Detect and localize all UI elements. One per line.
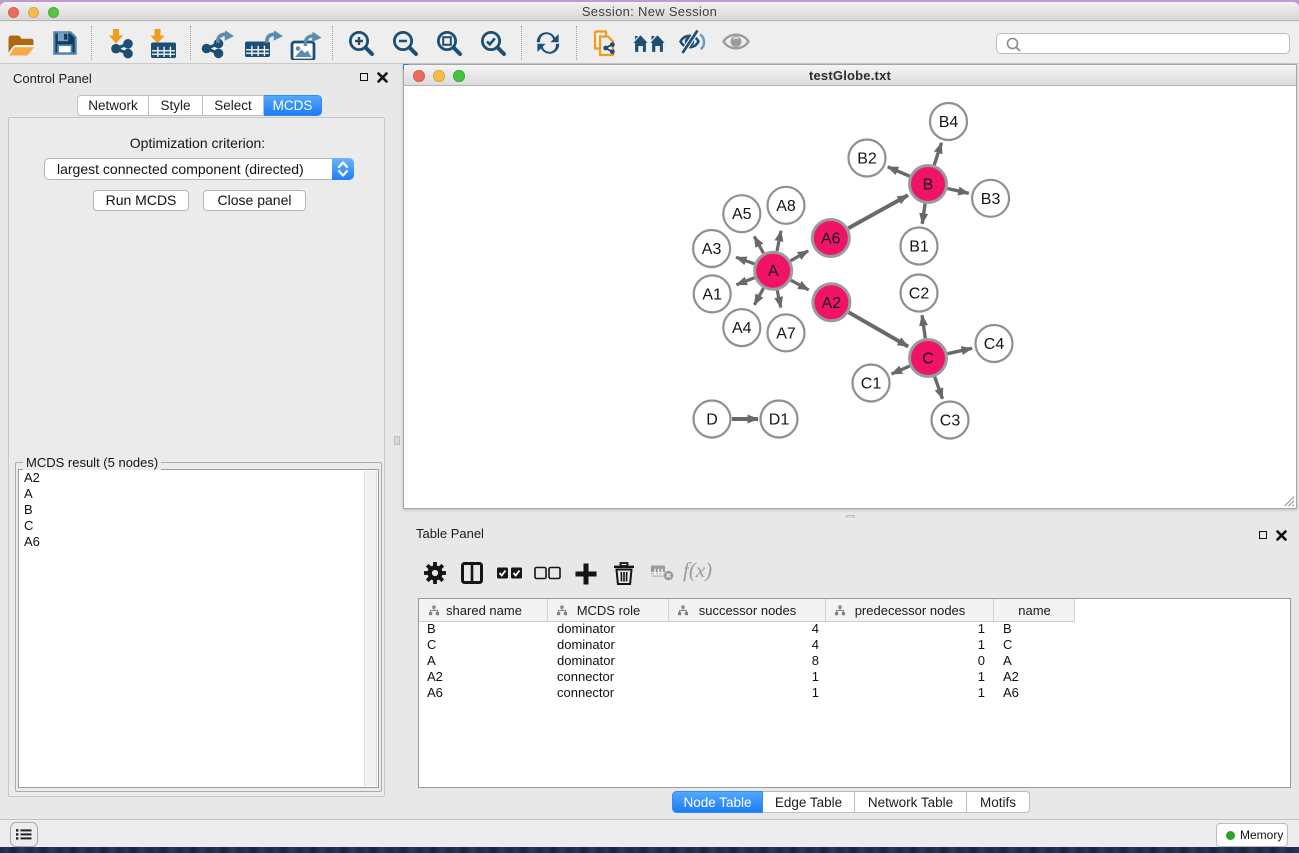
svg-text:A1: A1	[702, 286, 722, 303]
svg-text:B3: B3	[981, 191, 1001, 208]
svg-text:C2: C2	[909, 286, 930, 303]
svg-text:C3: C3	[940, 413, 961, 430]
svg-text:B4: B4	[939, 114, 959, 131]
svg-text:A8: A8	[776, 198, 796, 215]
svg-text:D1: D1	[769, 412, 790, 429]
svg-text:A: A	[768, 263, 779, 280]
svg-text:A2: A2	[822, 295, 842, 312]
svg-text:A3: A3	[702, 241, 722, 258]
svg-text:C1: C1	[861, 376, 882, 393]
svg-text:A4: A4	[732, 320, 752, 337]
svg-text:C4: C4	[984, 336, 1005, 353]
svg-text:B: B	[923, 177, 934, 194]
svg-text:D: D	[706, 412, 718, 429]
svg-text:A6: A6	[821, 231, 841, 248]
svg-text:A7: A7	[776, 325, 796, 342]
svg-text:B1: B1	[909, 239, 929, 256]
svg-text:B2: B2	[857, 151, 877, 168]
svg-text:C: C	[922, 351, 934, 368]
svg-text:A5: A5	[732, 206, 752, 223]
